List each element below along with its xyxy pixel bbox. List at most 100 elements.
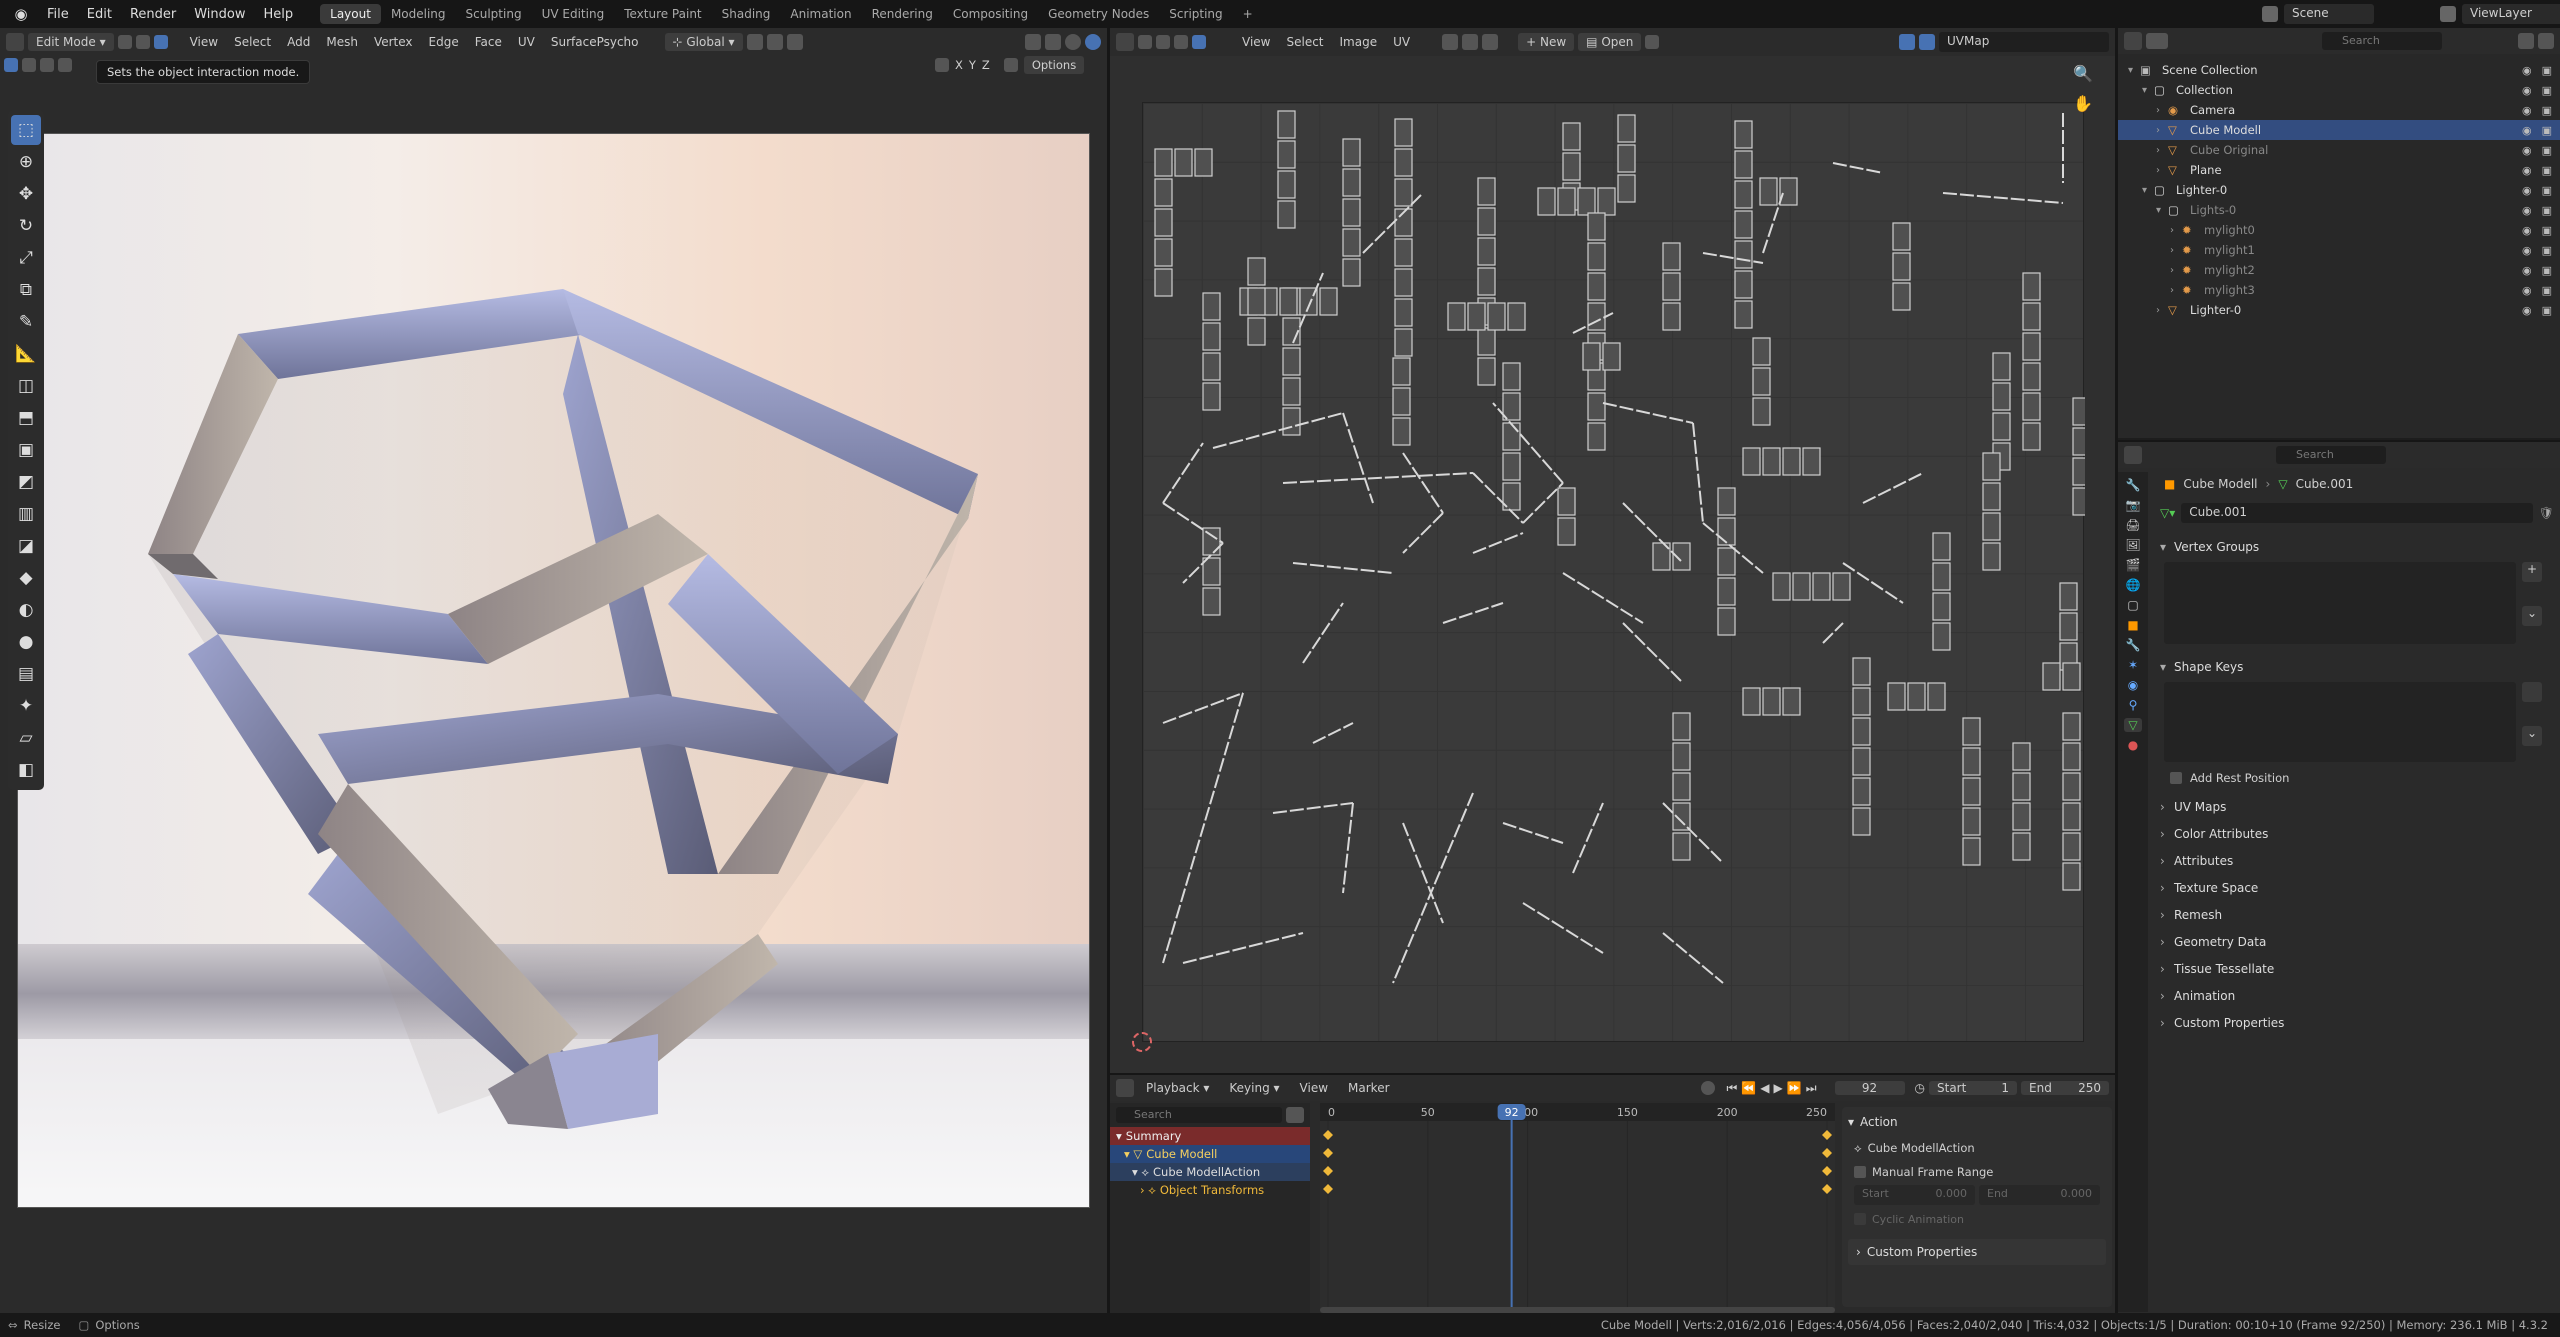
uv-face[interactable] (2062, 742, 2081, 771)
uv-face[interactable] (1802, 447, 1821, 476)
uv-face[interactable] (2012, 802, 2031, 831)
uv-face[interactable] (1587, 212, 1606, 241)
vertex-select-icon[interactable] (117, 35, 132, 49)
channel-object[interactable]: ▾ ▽ Cube Modell (1110, 1145, 1310, 1163)
channel-search-input[interactable]: Search (1116, 1107, 1282, 1123)
uv-face[interactable] (1662, 272, 1681, 301)
render-camera-icon[interactable]: ▣ (2542, 204, 2552, 217)
select-invert-icon[interactable] (58, 58, 72, 72)
uv-face[interactable] (1392, 357, 1411, 386)
marker-menu[interactable]: Marker (1340, 1079, 1397, 1097)
workspace-tab-10[interactable]: Scripting (1159, 4, 1232, 24)
uv-edge[interactable] (1832, 162, 1884, 174)
uv-proportional-icon[interactable] (1482, 34, 1499, 50)
expand-chevron-icon[interactable]: › (2156, 305, 2168, 316)
uv-snap-icon[interactable] (1462, 34, 1479, 50)
uv-grid[interactable] (1142, 102, 2091, 1042)
uv-face[interactable] (2062, 802, 2081, 831)
axis-y[interactable]: Y (969, 58, 976, 72)
uv-face[interactable] (1812, 572, 1831, 601)
uv-face[interactable] (1342, 228, 1361, 257)
channel-group[interactable]: › ⟡ Object Transforms (1110, 1181, 1310, 1199)
uv-face[interactable] (1852, 717, 1871, 746)
uv-edge[interactable] (1312, 722, 1354, 744)
viewport-menu-2[interactable]: Add (279, 33, 318, 51)
uv-face[interactable] (1154, 178, 1173, 207)
uv-sync-icon[interactable] (1138, 35, 1152, 49)
uv-face[interactable] (1277, 200, 1296, 229)
uv-face[interactable] (1992, 352, 2011, 381)
new-image-button[interactable]: + New (1518, 33, 1575, 51)
uv-face[interactable] (1247, 287, 1266, 316)
viewport-menu-0[interactable]: View (182, 33, 226, 51)
mesh-name-field[interactable]: Cube.001 (2181, 503, 2533, 523)
vg-menu-button[interactable]: ⌄ (2522, 606, 2542, 626)
frame-ruler[interactable] (1320, 1103, 1835, 1121)
uv-face[interactable] (1852, 777, 1871, 806)
properties-panel[interactable]: › UV Maps (2160, 794, 2554, 820)
scene-tab-icon[interactable]: 🎬 (2126, 558, 2141, 572)
select-extend-icon[interactable] (22, 58, 36, 72)
workspace-tab-1[interactable]: Modeling (381, 4, 456, 24)
keyframe-diamond[interactable] (1323, 1166, 1333, 1176)
outliner-row[interactable]: › ✹ mylight3 ◉ ▣ (2118, 280, 2560, 300)
manual-range-row[interactable]: Manual Frame Range (1854, 1161, 2100, 1183)
current-frame-field[interactable]: 92 (1834, 1081, 1905, 1095)
render-camera-icon[interactable]: ▣ (2542, 224, 2552, 237)
properties-editor[interactable]: Search 🔧 📷 🖨 🖼 🎬 🌐 ▢ ■ 🔧 ✶ ◉ ⚲ ▽ ● ■ Cub… (2118, 440, 2560, 1313)
uv-face[interactable] (1277, 140, 1296, 169)
uv-face[interactable] (1717, 607, 1736, 636)
fake-user-icon[interactable]: 🛡 (2539, 506, 2554, 520)
uv-face[interactable] (1587, 272, 1606, 301)
render-camera-icon[interactable]: ▣ (2542, 164, 2552, 177)
uv-overlay-icon[interactable] (1899, 34, 1915, 50)
uv-edge[interactable] (1342, 412, 1374, 504)
outliner-row[interactable]: › ▽ Cube Original ◉ ▣ (2118, 140, 2560, 160)
uv-edge[interactable] (1212, 412, 1344, 449)
uv-face[interactable] (1247, 317, 1266, 346)
sk-menu-button[interactable]: ⌄ (2522, 726, 2542, 746)
output-tab-icon[interactable]: 🖨 (2125, 518, 2140, 532)
workspace-tab-5[interactable]: Shading (712, 4, 781, 24)
blender-logo-icon[interactable]: ◉ (8, 4, 34, 24)
outliner-row[interactable]: › ▽ Plane ◉ ▣ (2118, 160, 2560, 180)
material-tab-icon[interactable]: ● (2128, 738, 2138, 752)
uv-face[interactable] (1279, 287, 1298, 316)
uv-face-select-icon[interactable] (1192, 35, 1206, 49)
uv-face[interactable] (1892, 222, 1911, 251)
uv-face[interactable] (1932, 532, 1951, 561)
channel-summary[interactable]: ▾ Summary (1110, 1127, 1310, 1145)
visibility-eye-icon[interactable]: ◉ (2522, 104, 2532, 117)
outliner-row[interactable]: › ✹ mylight2 ◉ ▣ (2118, 260, 2560, 280)
uv-face[interactable] (1562, 152, 1581, 181)
start-field[interactable]: Start 1 (1929, 1081, 2017, 1095)
uv-edge[interactable] (1522, 902, 1604, 954)
viewport-menu-8[interactable]: SurfacePsycho (543, 33, 647, 51)
frame-area[interactable]: 0 50 100 150 200 250 92 (1320, 1103, 1835, 1315)
select-box-icon[interactable] (4, 58, 18, 72)
uv-face[interactable] (1734, 150, 1753, 179)
uv-face[interactable] (1502, 362, 1521, 391)
uv-edge[interactable] (1662, 932, 1724, 984)
uv-face[interactable] (1852, 747, 1871, 776)
shading-solid-icon[interactable] (1065, 34, 1081, 50)
uv-cursor-icon[interactable] (1132, 1032, 1152, 1052)
viewlayer-field[interactable]: ViewLayer (2462, 4, 2560, 24)
render-camera-icon[interactable]: ▣ (2542, 84, 2552, 97)
outliner-search-input[interactable]: Search (2322, 32, 2442, 50)
uv-face[interactable] (1662, 302, 1681, 331)
properties-panel[interactable]: › Color Attributes (2160, 821, 2554, 847)
uv-face[interactable] (1982, 452, 2001, 481)
expand-chevron-icon[interactable]: ▾ (2142, 85, 2154, 96)
render-camera-icon[interactable]: ▣ (2542, 284, 2552, 297)
uv-face[interactable] (1477, 357, 1496, 386)
uv-edge[interactable] (1702, 252, 1764, 264)
uv-face[interactable] (1477, 267, 1496, 296)
visibility-eye-icon[interactable]: ◉ (2522, 244, 2532, 257)
uv-edge[interactable] (1942, 192, 2064, 204)
uv-face[interactable] (1779, 177, 1798, 206)
shear-tool-icon[interactable]: ▱ (11, 723, 41, 753)
transform-tool-icon[interactable]: ⧉ (11, 275, 41, 305)
uv-face[interactable] (1587, 422, 1606, 451)
uv-face[interactable] (1319, 287, 1338, 316)
